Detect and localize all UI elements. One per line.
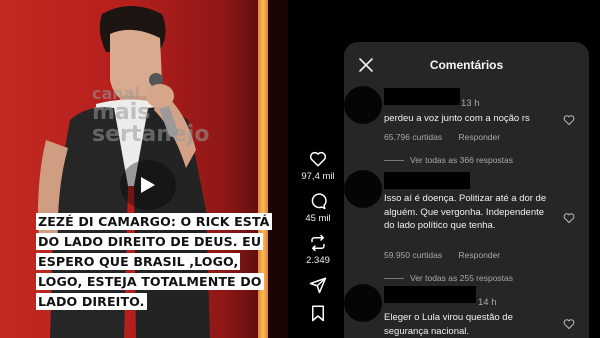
reply-button[interactable]: Responder <box>459 250 501 260</box>
heart-icon <box>309 151 327 167</box>
send-icon <box>309 277 327 294</box>
comment-time: 13 h <box>461 98 480 109</box>
comment-button[interactable]: 45 mil <box>296 192 340 224</box>
username-redacted[interactable] <box>384 88 460 105</box>
reply-button[interactable]: Responder <box>459 132 501 142</box>
close-icon[interactable] <box>358 57 374 73</box>
comment-icon <box>311 193 327 210</box>
view-replies-text: Ver todas as 366 respostas <box>410 155 514 165</box>
heart-icon[interactable] <box>563 318 575 330</box>
share-button[interactable] <box>296 276 340 294</box>
panel-header: Comentários <box>344 42 589 88</box>
view-replies-text: Ver todas as 255 respostas <box>410 273 514 283</box>
video-caption: ZEZÉ DI CAMARGO: O RICK ESTÁ DO LADO DIR… <box>36 212 284 312</box>
comment-text: Isso aí é doença. Politizar até a dor de… <box>384 193 547 231</box>
replies-divider <box>384 277 404 279</box>
replies-divider <box>384 159 404 161</box>
repost-button[interactable]: 2.349 <box>296 234 340 266</box>
view-replies-link[interactable]: Ver todas as 366 respostas <box>384 155 513 165</box>
comments-panel: Comentários 13 h perdeu a voz junto com … <box>344 42 589 338</box>
play-button[interactable] <box>120 160 176 210</box>
like-button[interactable]: 97,4 mil <box>296 150 340 182</box>
comment-meta: 59.950 curtidas Responder <box>384 250 514 260</box>
view-replies-link[interactable]: Ver todas as 255 respostas <box>384 273 513 283</box>
like-count-label: 59.950 curtidas <box>384 250 443 260</box>
video-player[interactable]: canal mais sertanejo ZEZÉ DI CAMARGO: O … <box>0 0 288 338</box>
play-icon <box>141 177 155 193</box>
caption-text: ZEZÉ DI CAMARGO: O RICK ESTÁ DO LADO DIR… <box>36 213 272 310</box>
heart-icon[interactable] <box>563 212 575 224</box>
panel-title: Comentários <box>429 58 504 72</box>
comment-text: Eleger o Lula virou questão de segurança… <box>384 312 513 337</box>
bookmark-icon <box>312 305 324 322</box>
username-redacted[interactable] <box>384 172 470 189</box>
avatar[interactable] <box>344 284 382 322</box>
heart-icon[interactable] <box>563 114 575 126</box>
comment-text: perdeu a voz junto com a noção rs <box>384 113 530 124</box>
watermark-line2: mais sertanejo <box>92 100 210 147</box>
avatar[interactable] <box>344 170 382 208</box>
like-count-label: 65.796 curtidas <box>384 132 443 142</box>
repost-icon <box>311 234 325 252</box>
avatar[interactable] <box>344 86 382 124</box>
username-redacted[interactable] <box>384 286 476 303</box>
comment-count: 45 mil <box>305 213 331 224</box>
channel-watermark: canal mais sertanejo <box>92 86 222 156</box>
repost-count: 2.349 <box>306 255 330 266</box>
comment-meta: 65.796 curtidas Responder <box>384 132 514 142</box>
save-button[interactable] <box>296 304 340 322</box>
action-rail: 97,4 mil 45 mil 2.349 <box>296 150 340 332</box>
like-count: 97,4 mil <box>301 171 335 182</box>
comment-time: 14 h <box>478 297 497 308</box>
